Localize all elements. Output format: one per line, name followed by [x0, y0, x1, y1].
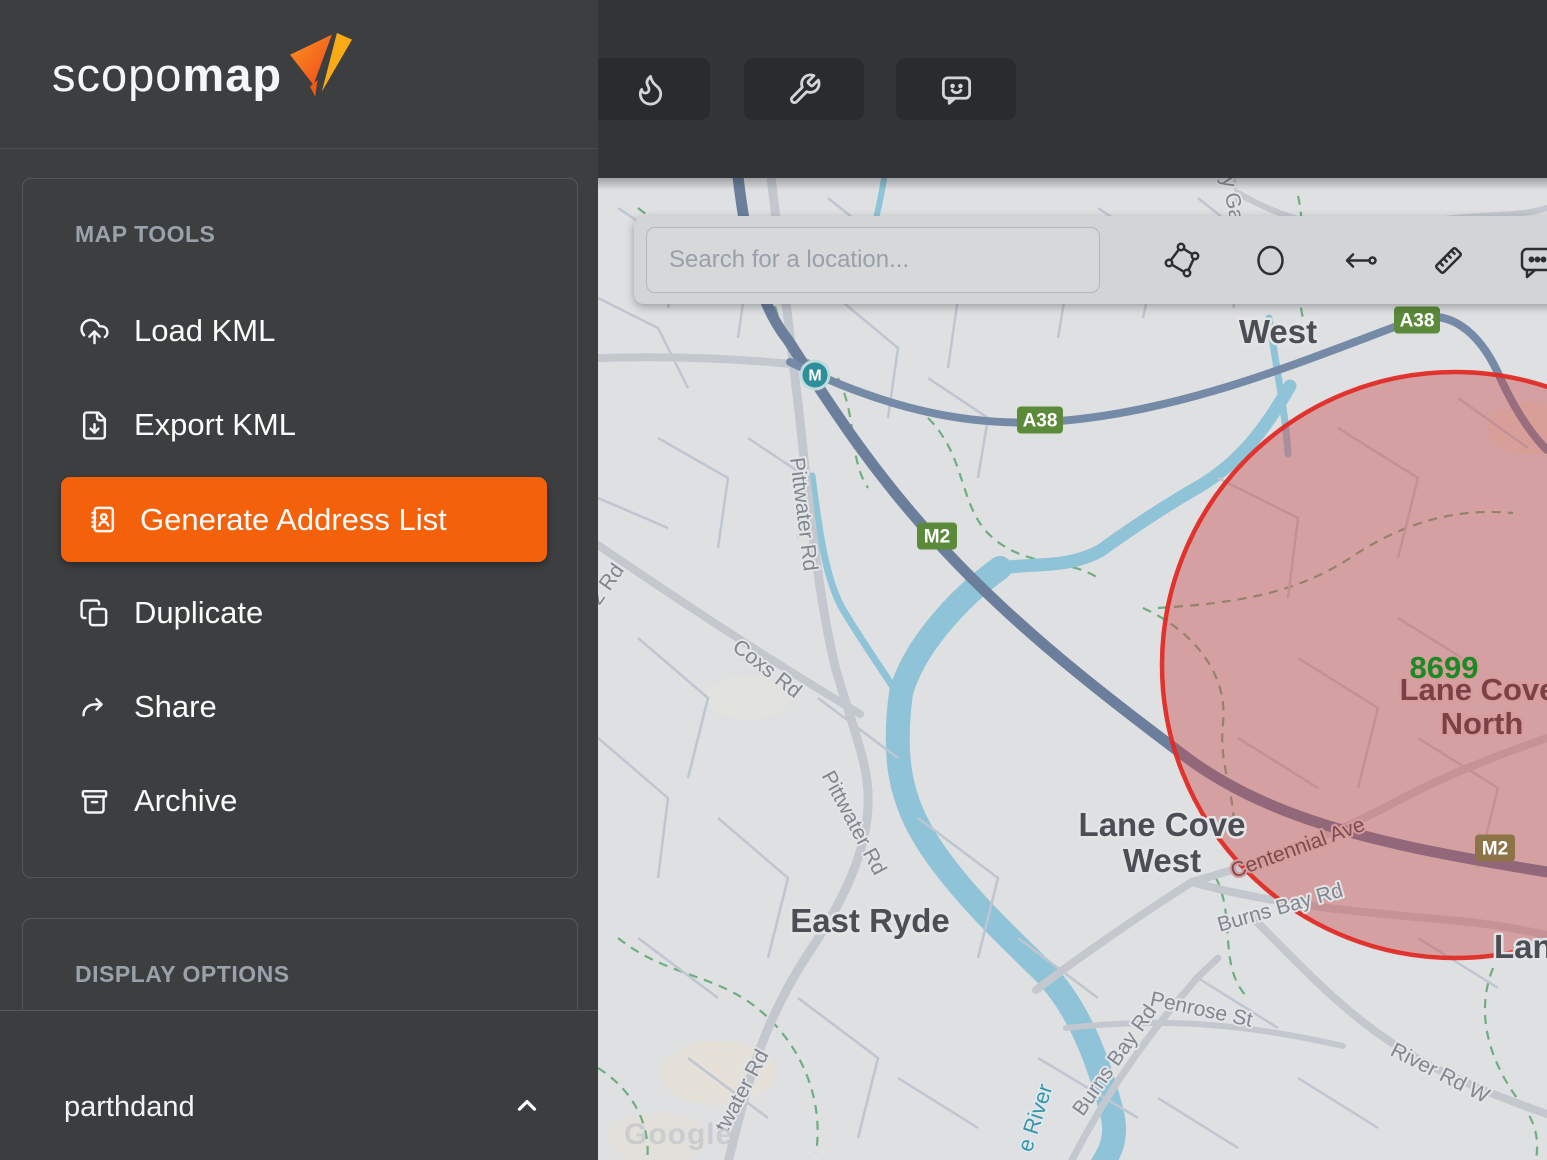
sidebar-item-generate-address-list[interactable]: Generate Address List: [61, 477, 547, 562]
username-label: parthdand: [64, 1091, 195, 1124]
google-attribution: Google: [624, 1118, 733, 1151]
metro-station-icon: M: [800, 360, 831, 391]
sidebar-item-label: Share: [134, 689, 217, 725]
draw-polygon-icon[interactable]: [1162, 241, 1201, 280]
brand-triangle-icon: [290, 26, 352, 112]
search-box: [634, 216, 1112, 304]
feedback-button[interactable]: [896, 58, 1016, 120]
comment-icon[interactable]: [1518, 241, 1547, 280]
sidebar-item-load-kml[interactable]: Load KML: [23, 284, 577, 378]
file-export-icon: [79, 410, 110, 441]
svg-text:M: M: [808, 368, 821, 385]
svg-text:A38: A38: [1400, 311, 1435, 332]
m2-shield: M2: [917, 523, 957, 550]
display-options-title: DISPLAY OPTIONS: [75, 961, 577, 988]
heatmap-button[interactable]: [598, 58, 710, 120]
draw-circle-icon[interactable]: [1251, 241, 1290, 280]
sidebar-item-export-kml[interactable]: Export KML: [23, 378, 577, 472]
sidebar-item-label: Export KML: [134, 407, 296, 443]
sidebar-divider: [0, 148, 598, 149]
brand-wordmark: scopomap: [52, 51, 282, 98]
address-count-label: 8699: [1410, 650, 1479, 685]
svg-text:M2: M2: [924, 527, 950, 548]
map-svg: A38 A38 M2 M2 M: [598, 178, 1547, 1160]
locality-label-lane-cove-west-2: West: [1123, 842, 1201, 879]
map-main: A38 A38 M2 M2 M: [598, 0, 1547, 1160]
draw-arrow-icon[interactable]: [1340, 241, 1379, 280]
locality-label-east-ryde: East Ryde: [790, 902, 950, 939]
map-header-bar: [598, 0, 1547, 178]
sidebar-item-archive[interactable]: Archive: [23, 754, 577, 848]
share-icon: [79, 692, 110, 723]
sidebar: scopomap MAP TOOLS Load KML: [0, 0, 598, 1160]
draw-tools: [1112, 241, 1547, 280]
chat-smiley-icon: [939, 72, 974, 107]
sidebar-item-duplicate[interactable]: Duplicate: [23, 566, 577, 660]
brand-name-light: scopo: [52, 48, 182, 101]
user-expander[interactable]: parthdand: [0, 1010, 598, 1160]
map-tools-title: MAP TOOLS: [75, 221, 577, 248]
cloud-upload-icon: [79, 316, 110, 347]
duplicate-icon: [79, 598, 110, 629]
brand-name-bold: map: [182, 48, 282, 101]
a38-shield: A38: [1394, 307, 1440, 334]
locality-label-lane-cove-north-2: North: [1441, 706, 1524, 741]
map-tools-panel: MAP TOOLS Load KML Export KML: [22, 178, 578, 878]
sidebar-item-label: Duplicate: [134, 595, 263, 631]
measure-ruler-icon[interactable]: [1429, 241, 1468, 280]
header-shadow: [598, 178, 1547, 190]
chevron-up-icon: [512, 1091, 542, 1121]
map-canvas[interactable]: A38 A38 M2 M2 M: [598, 178, 1547, 1160]
locality-label-lane-cove-west: Lane Cove: [1079, 806, 1246, 843]
svg-text:A38: A38: [1023, 411, 1058, 432]
sidebar-item-label: Load KML: [134, 313, 275, 349]
map-toolbar: [634, 216, 1547, 304]
svg-text:M2: M2: [1482, 839, 1508, 860]
m2-toll-shield: M2: [1475, 835, 1515, 862]
sidebar-item-label: Generate Address List: [140, 502, 447, 538]
locality-label-west: West: [1239, 313, 1317, 350]
sidebar-item-share[interactable]: Share: [23, 660, 577, 754]
brand-logo[interactable]: scopomap: [52, 26, 352, 122]
sidebar-item-label: Archive: [134, 783, 237, 819]
wrench-icon: [787, 72, 822, 107]
a38-shield: A38: [1017, 407, 1063, 434]
map-tools-menu: Load KML Export KML Generate Address Lis…: [23, 284, 577, 848]
search-input[interactable]: [646, 227, 1100, 293]
address-book-icon: [87, 504, 118, 535]
locality-label-lane-partial: Lane: [1494, 928, 1547, 965]
settings-button[interactable]: [744, 58, 864, 120]
flame-icon: [633, 72, 668, 107]
archive-icon: [79, 786, 110, 817]
